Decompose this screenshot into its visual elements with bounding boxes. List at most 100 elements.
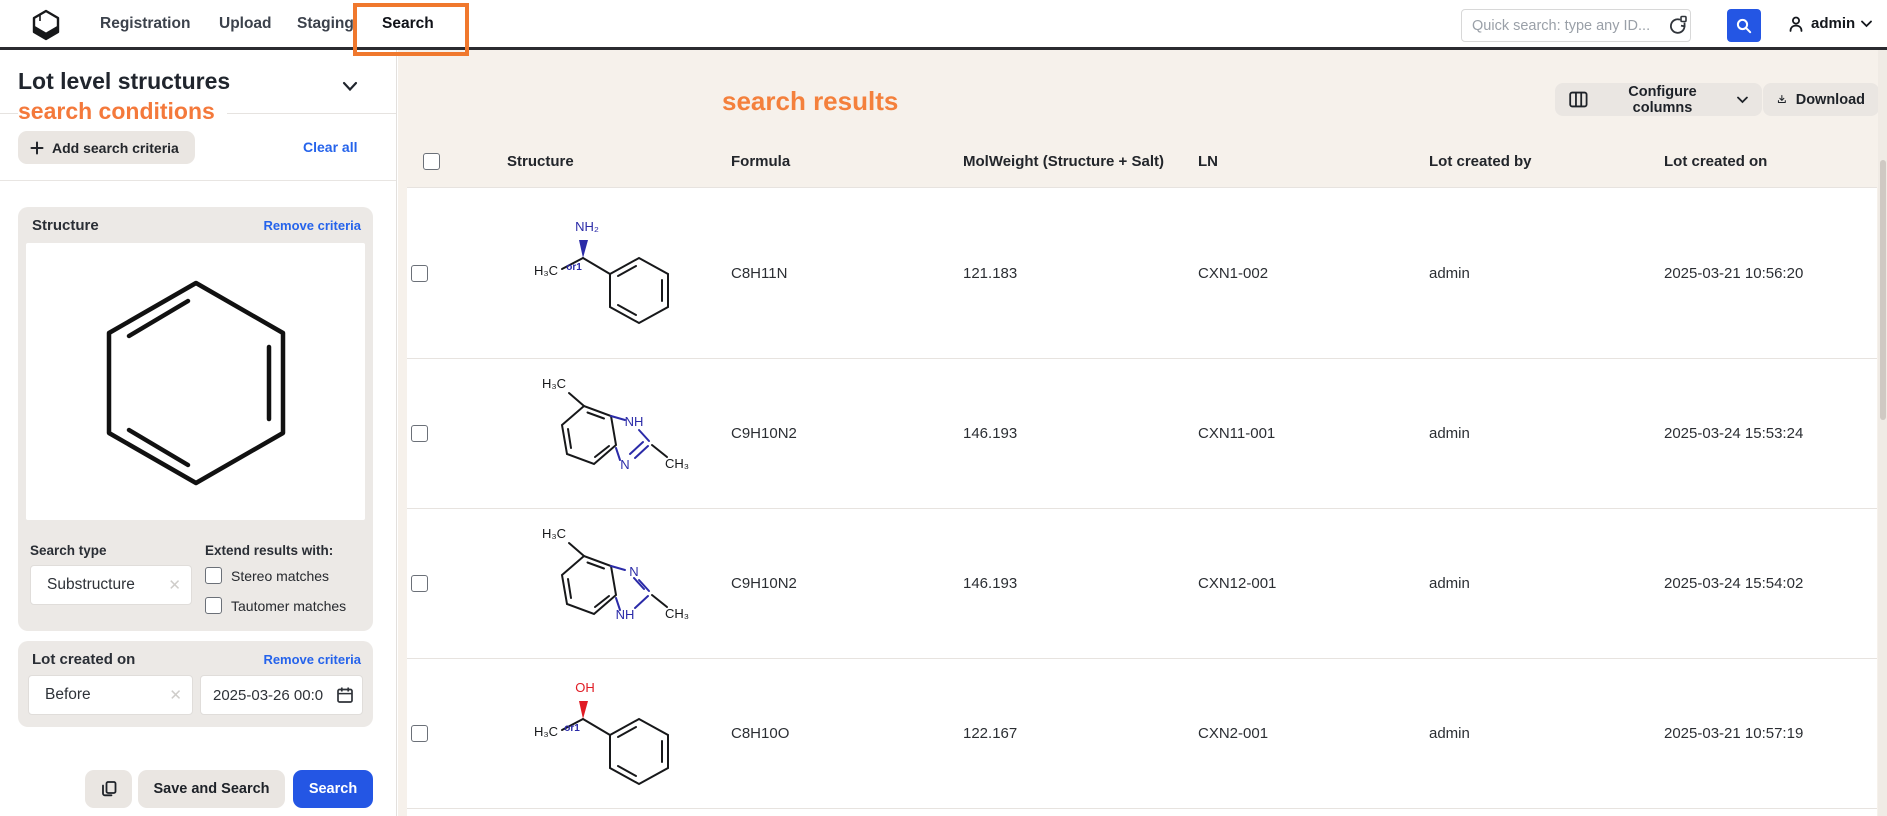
date-value-input[interactable]: 2025-03-26 00:0	[200, 675, 363, 715]
svg-text:H₃C: H₃C	[541, 376, 565, 391]
svg-text:OH: OH	[575, 680, 595, 695]
formula-cell: C8H10O	[727, 725, 959, 742]
svg-text:H₃C: H₃C	[541, 526, 565, 541]
structure-criteria-card: Structure Remove criteria Search type Su…	[18, 207, 373, 631]
molecule-phenylethanol: OH or1 H₃C	[517, 674, 702, 794]
quick-search	[1461, 9, 1691, 42]
add-search-criteria-label: Add search criteria	[52, 140, 179, 156]
configure-columns-label: Configure columns	[1597, 84, 1728, 116]
molecule-phenylethylamine: NH₂ or1 H₃C	[517, 213, 702, 333]
nav-item-search[interactable]: Search	[382, 0, 434, 47]
ln-cell: CXN1-002	[1194, 265, 1425, 282]
chevron-down-icon	[1737, 96, 1748, 104]
lot-created-by-cell: admin	[1425, 725, 1660, 742]
divider	[0, 180, 396, 181]
select-all-checkbox[interactable]	[423, 153, 440, 170]
date-criteria-card: Lot created on Remove criteria Before ✕ …	[18, 641, 373, 727]
table-row: OH or1 H₃C C8H10O 122.167 CXN2-001 admin…	[407, 659, 1877, 809]
structure-cell: OH or1 H₃C	[487, 674, 727, 794]
search-type-select[interactable]: Substructure ✕	[30, 565, 192, 605]
scrollbar-thumb[interactable]	[1880, 160, 1886, 420]
column-header-lot-created-on: Lot created on	[1660, 153, 1877, 170]
column-header-formula: Formula	[727, 153, 959, 170]
download-button[interactable]: Download	[1763, 83, 1879, 116]
extend-results-label: Extend results with:	[205, 543, 333, 558]
download-icon	[1777, 91, 1787, 108]
nav-item-registration[interactable]: Registration	[100, 0, 190, 47]
remove-date-criteria-link[interactable]: Remove criteria	[263, 652, 361, 667]
nav-item-upload[interactable]: Upload	[219, 0, 272, 47]
search-conditions-panel: Lot level structures search conditions A…	[0, 50, 397, 816]
search-type-value: Substructure	[47, 576, 135, 594]
ln-cell: CXN12-001	[1194, 575, 1425, 592]
clear-date-operator-icon[interactable]: ✕	[169, 686, 182, 704]
sidebar-actions: Save and Search Search	[0, 770, 396, 816]
lot-created-by-cell: admin	[1425, 575, 1660, 592]
next-row-partial	[407, 809, 1877, 816]
structure-editor-canvas[interactable]	[26, 243, 365, 520]
results-table-body: NH₂ or1 H₃C C8H11N 121.183 CXN1-002 admi…	[407, 187, 1877, 809]
date-card-title: Lot created on	[32, 651, 135, 668]
copy-search-button[interactable]	[85, 770, 132, 808]
svg-text:N: N	[629, 564, 638, 579]
molecule-benzimidazole: H₃C N NH CH₃	[517, 516, 702, 651]
columns-icon	[1569, 91, 1588, 108]
chevron-down-icon	[1861, 20, 1872, 28]
structure-cell: NH₂ or1 H₃C	[487, 213, 727, 333]
tautomer-matches-checkbox[interactable]	[205, 597, 222, 614]
svg-text:NH: NH	[615, 607, 634, 622]
svg-text:N: N	[620, 457, 629, 472]
svg-text:H₃C: H₃C	[533, 263, 557, 278]
column-header-molweight: MolWeight (Structure + Salt)	[959, 153, 1194, 170]
row-checkbox[interactable]	[411, 425, 428, 442]
structure-search-icon[interactable]	[1667, 15, 1689, 37]
calendar-icon[interactable]	[336, 686, 354, 704]
remove-structure-criteria-link[interactable]: Remove criteria	[263, 218, 361, 233]
plus-icon	[30, 141, 44, 155]
stereo-matches-checkbox[interactable]	[205, 567, 222, 584]
row-checkbox[interactable]	[411, 575, 428, 592]
molweight-cell: 122.167	[959, 725, 1194, 742]
add-search-criteria-button[interactable]: Add search criteria	[18, 131, 195, 164]
ln-cell: CXN2-001	[1194, 725, 1425, 742]
molweight-cell: 121.183	[959, 265, 1194, 282]
panel-subtitle: search conditions	[18, 98, 227, 125]
row-checkbox[interactable]	[411, 725, 428, 742]
formula-cell: C9H10N2	[727, 575, 959, 592]
panel-subtitle-row: search conditions	[0, 98, 396, 128]
download-label: Download	[1796, 92, 1865, 108]
table-row: H₃C NH N CH₃ C9H10N2 146.193 CXN11-001 a…	[407, 359, 1877, 509]
clear-search-type-icon[interactable]: ✕	[168, 576, 181, 594]
search-type-label: Search type	[30, 543, 107, 558]
results-table-header: Structure Formula MolWeight (Structure +…	[407, 135, 1877, 187]
formula-cell: C9H10N2	[727, 425, 959, 442]
structure-cell: H₃C N NH CH₃	[487, 516, 727, 651]
search-results-area: search results Configure columns Downloa…	[398, 50, 1887, 816]
configure-columns-button[interactable]: Configure columns	[1555, 83, 1762, 116]
structure-cell: H₃C NH N CH₃	[487, 366, 727, 501]
save-and-search-button[interactable]: Save and Search	[138, 770, 285, 808]
formula-cell: C8H11N	[727, 265, 959, 282]
stereo-matches-label: Stereo matches	[231, 568, 329, 584]
date-operator-select[interactable]: Before ✕	[28, 675, 193, 715]
lot-created-by-cell: admin	[1425, 265, 1660, 282]
user-icon	[1787, 15, 1805, 33]
clear-all-link[interactable]: Clear all	[303, 139, 357, 155]
svg-text:NH₂: NH₂	[575, 219, 599, 234]
quick-search-input[interactable]	[1462, 18, 1667, 34]
magnifier-icon	[1735, 17, 1753, 35]
vertical-scrollbar[interactable]	[1878, 50, 1887, 816]
nav-item-staging[interactable]: Staging	[297, 0, 354, 47]
date-value-text: 2025-03-26 00:0	[213, 687, 323, 704]
benzene-query-structure	[26, 243, 365, 520]
svg-text:or1: or1	[566, 262, 582, 273]
user-menu[interactable]: admin	[1787, 0, 1872, 47]
date-operator-value: Before	[45, 686, 91, 704]
app-logo-icon[interactable]	[30, 9, 62, 41]
row-checkbox[interactable]	[411, 265, 428, 282]
collapse-panel-icon[interactable]	[338, 74, 362, 98]
app-root: Registration Upload Staging Search admin	[0, 0, 1887, 816]
search-button[interactable]: Search	[293, 770, 373, 808]
quick-search-button[interactable]	[1727, 9, 1761, 42]
svg-text:or1: or1	[564, 723, 580, 734]
